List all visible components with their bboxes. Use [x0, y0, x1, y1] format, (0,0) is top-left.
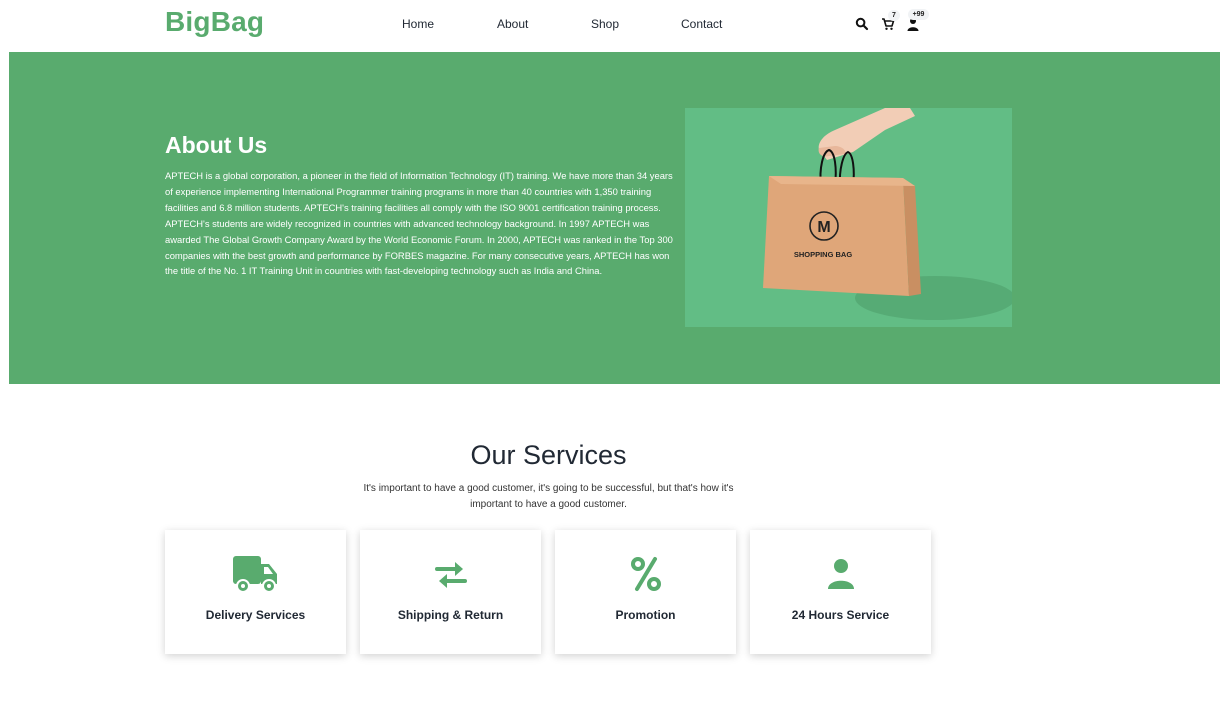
nav-shop-link[interactable]: Shop [591, 17, 619, 31]
exchange-icon [360, 554, 541, 594]
nav-contact-link[interactable]: Contact [681, 17, 722, 31]
site-header: BigBag Home About Shop Contact 7 +99 [0, 0, 1220, 52]
service-label: 24 Hours Service [791, 608, 890, 622]
nav-home-link[interactable]: Home [402, 17, 434, 31]
truck-icon [165, 554, 346, 594]
shopping-bag-image: M SHOPPING BAG [685, 108, 1012, 327]
service-label: Delivery Services [205, 608, 306, 622]
services-subtitle: It's important to have a good customer, … [363, 483, 734, 510]
service-card-shipping-return[interactable]: Shipping & Return [360, 530, 541, 654]
service-label: Promotion [615, 608, 676, 622]
service-card-delivery[interactable]: Delivery Services [165, 530, 346, 654]
service-card-24-hours[interactable]: 24 Hours Service [750, 530, 931, 654]
bag-logo-text: SHOPPING BAG [794, 250, 853, 259]
about-title: About Us [165, 132, 268, 158]
percent-icon [555, 554, 736, 594]
main-nav: Home About Shop Contact [0, 17, 1220, 33]
service-label: Shipping & Return [397, 608, 504, 622]
header-icons: 7 +99 [855, 9, 945, 38]
nav-about-link[interactable]: About [497, 17, 528, 31]
service-card-promotion[interactable]: Promotion [555, 530, 736, 654]
about-text: APTECH is a global corporation, a pionee… [165, 170, 673, 277]
about-hero: About Us APTECH is a global corporation,… [9, 52, 1220, 384]
services-title: Our Services [470, 440, 627, 470]
bag-logo-letter: M [817, 219, 830, 236]
cart-count-badge: 7 [888, 10, 900, 21]
search-icon[interactable] [855, 17, 869, 31]
user-icon [750, 554, 931, 594]
user-count-badge: +99 [908, 9, 929, 20]
